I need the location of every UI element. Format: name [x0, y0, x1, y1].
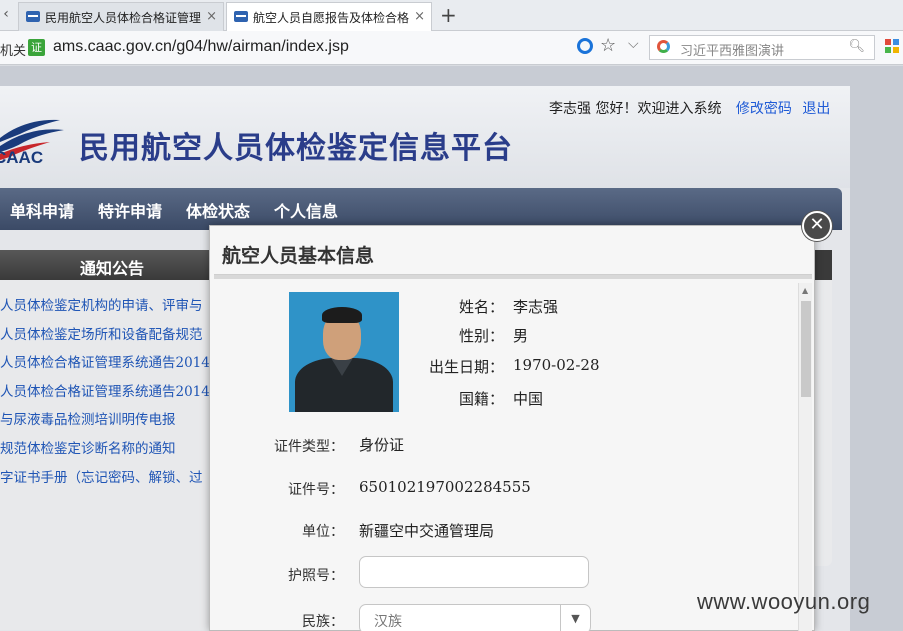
- search-icon[interactable]: 🔍︎: [848, 39, 865, 54]
- scrollbar-thumb[interactable]: [801, 301, 811, 397]
- ethnicity-selected-value: 汉族: [374, 614, 402, 630]
- unit-value: 新疆空中交通管理局: [359, 522, 495, 540]
- bookmark-star-icon[interactable]: ☆: [600, 35, 616, 56]
- cert-type-value: 身份证: [359, 436, 405, 454]
- close-dialog-button[interactable]: ✕: [802, 211, 832, 241]
- ie-mode-icon[interactable]: [577, 38, 593, 54]
- nav-item-exam-status[interactable]: 体检状态: [186, 198, 250, 222]
- notice-list: 人员体检鉴定机构的申请、评审与 人员体检鉴定场所和设备配备规范 人员体检合格证管…: [0, 294, 210, 494]
- site-header: CAAC 民用航空人员体检鉴定信息平台 李志强 您好！欢迎进入系统 修改密码 退…: [0, 86, 850, 188]
- tab-label: 民用航空人员体检合格证管理: [45, 11, 202, 25]
- nav-item-personal-info[interactable]: 个人信息: [274, 198, 338, 222]
- notice-link[interactable]: 人员体检合格证管理系统通告2014: [0, 380, 210, 409]
- nationality-value: 中国: [513, 390, 544, 408]
- unit-label: 单位：: [302, 524, 344, 540]
- chevron-down-icon[interactable]: ⌵: [628, 36, 639, 52]
- search-placeholder: 习近平西雅图演讲: [680, 44, 785, 59]
- close-tab-icon[interactable]: ×: [206, 9, 217, 24]
- caac-logo-text: CAAC: [0, 148, 44, 167]
- main-nav: 单科申请 特许申请 体检状态 个人信息: [0, 188, 842, 230]
- watermark-text: www.wooyun.org: [697, 589, 871, 614]
- favicon-icon: [26, 11, 40, 22]
- browser-tab-2[interactable]: 航空人员自愿报告及体检合格 ×: [226, 2, 432, 31]
- basic-info-dialog: 航空人员基本信息 姓名： 李志强 性别： 男 出生日期： 1970-02-28 …: [209, 225, 815, 631]
- ethnicity-label: 民族：: [302, 614, 344, 630]
- tab-scroll-left-icon[interactable]: ‹: [0, 6, 12, 22]
- dialog-divider: [214, 274, 812, 279]
- notice-link[interactable]: 字证书手册（忘记密码、解锁、过: [0, 466, 210, 495]
- cert-type-label: 证件类型：: [274, 439, 344, 455]
- right-panel: [812, 280, 832, 566]
- apps-grid-icon[interactable]: [885, 39, 899, 53]
- scroll-up-icon[interactable]: ▲: [802, 286, 808, 295]
- nationality-label: 国籍：: [458, 390, 504, 408]
- nav-item-special-apply[interactable]: 特许申请: [98, 198, 162, 222]
- birth-date-value: 1970-02-28: [513, 356, 600, 374]
- address-bar: 机关 证 ams.caac.gov.cn/g04/hw/airman/index…: [0, 31, 903, 65]
- dialog-body: 姓名： 李志强 性别： 男 出生日期： 1970-02-28 国籍： 中国 证件…: [214, 281, 796, 631]
- name-value: 李志强: [513, 298, 559, 316]
- certificate-icon[interactable]: 证: [28, 39, 45, 56]
- passport-label: 护照号：: [288, 568, 344, 584]
- name-label: 姓名：: [458, 298, 504, 316]
- cert-no-value: 650102197002284555: [359, 478, 531, 496]
- search-engine-icon: [657, 40, 670, 53]
- browser-tab-bar: ‹ 民用航空人员体检合格证管理 × 航空人员自愿报告及体检合格 × +: [0, 0, 903, 31]
- browser-tab-1[interactable]: 民用航空人员体检合格证管理 ×: [18, 2, 224, 31]
- user-bar: 李志强 您好！欢迎进入系统 修改密码 退出: [549, 98, 830, 118]
- address-left-text: 机关: [0, 44, 27, 59]
- nav-item-single-apply[interactable]: 单科申请: [10, 198, 74, 222]
- new-tab-button[interactable]: +: [440, 3, 457, 27]
- notice-link[interactable]: 人员体检合格证管理系统通告2014: [0, 351, 210, 380]
- notice-heading: 通知公告: [0, 250, 210, 280]
- passport-field[interactable]: [359, 556, 589, 588]
- dialog-title: 航空人员基本信息: [222, 245, 375, 267]
- notice-link[interactable]: 人员体检鉴定机构的申请、评审与: [0, 294, 210, 323]
- page-title: 民用航空人员体检鉴定信息平台: [79, 131, 513, 166]
- favicon-icon: [234, 11, 248, 22]
- tab-label: 航空人员自愿报告及体检合格: [253, 11, 410, 25]
- notice-panel: 通知公告 人员体检鉴定机构的申请、评审与 人员体检鉴定场所和设备配备规范 人员体…: [0, 250, 210, 630]
- url-input[interactable]: ams.caac.gov.cn/g04/hw/airman/index.jsp: [53, 38, 349, 56]
- edit-password-link[interactable]: 修改密码: [736, 101, 792, 117]
- person-photo: [289, 292, 399, 412]
- notice-link[interactable]: 人员体检鉴定场所和设备配备规范: [0, 323, 210, 352]
- gender-value: 男: [513, 327, 529, 345]
- dialog-scrollbar[interactable]: ▲: [798, 283, 812, 631]
- logout-link[interactable]: 退出: [802, 101, 830, 117]
- gender-label: 性别：: [458, 327, 504, 345]
- search-input[interactable]: 习近平西雅图演讲 🔍︎: [649, 35, 875, 60]
- notice-link[interactable]: 规范体检鉴定诊断名称的通知: [0, 437, 210, 466]
- chevron-down-icon[interactable]: ▼: [560, 605, 590, 631]
- cert-no-label: 证件号：: [288, 482, 344, 498]
- greeting-text: 李志强 您好！欢迎进入系统: [549, 101, 722, 117]
- ethnicity-select[interactable]: 汉族 ▼: [359, 604, 591, 631]
- notice-link[interactable]: 与尿液毒品检测培训明传电报: [0, 408, 210, 437]
- birth-date-label: 出生日期：: [428, 358, 504, 376]
- close-tab-icon[interactable]: ×: [414, 9, 425, 24]
